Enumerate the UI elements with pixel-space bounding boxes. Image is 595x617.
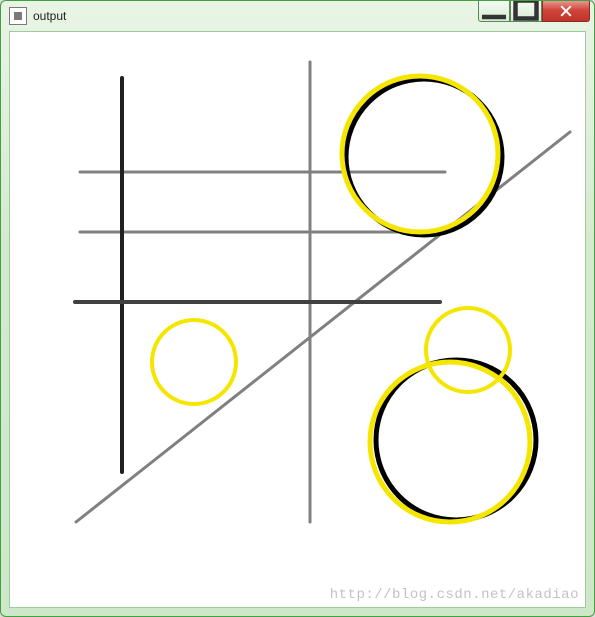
window-title: output — [33, 9, 66, 23]
client-area: http://blog.csdn.net/akadiao — [9, 31, 586, 608]
app-icon — [9, 7, 27, 25]
maximize-button[interactable] — [510, 1, 542, 22]
minimize-button[interactable] — [478, 1, 510, 22]
close-button[interactable] — [542, 1, 590, 22]
output-canvas: http://blog.csdn.net/akadiao — [10, 32, 585, 607]
window-controls — [478, 1, 590, 22]
drawing-svg — [10, 32, 585, 607]
titlebar[interactable]: output — [1, 1, 594, 31]
app-window: output http://blog.csdn.net/akadiao — [0, 0, 595, 617]
